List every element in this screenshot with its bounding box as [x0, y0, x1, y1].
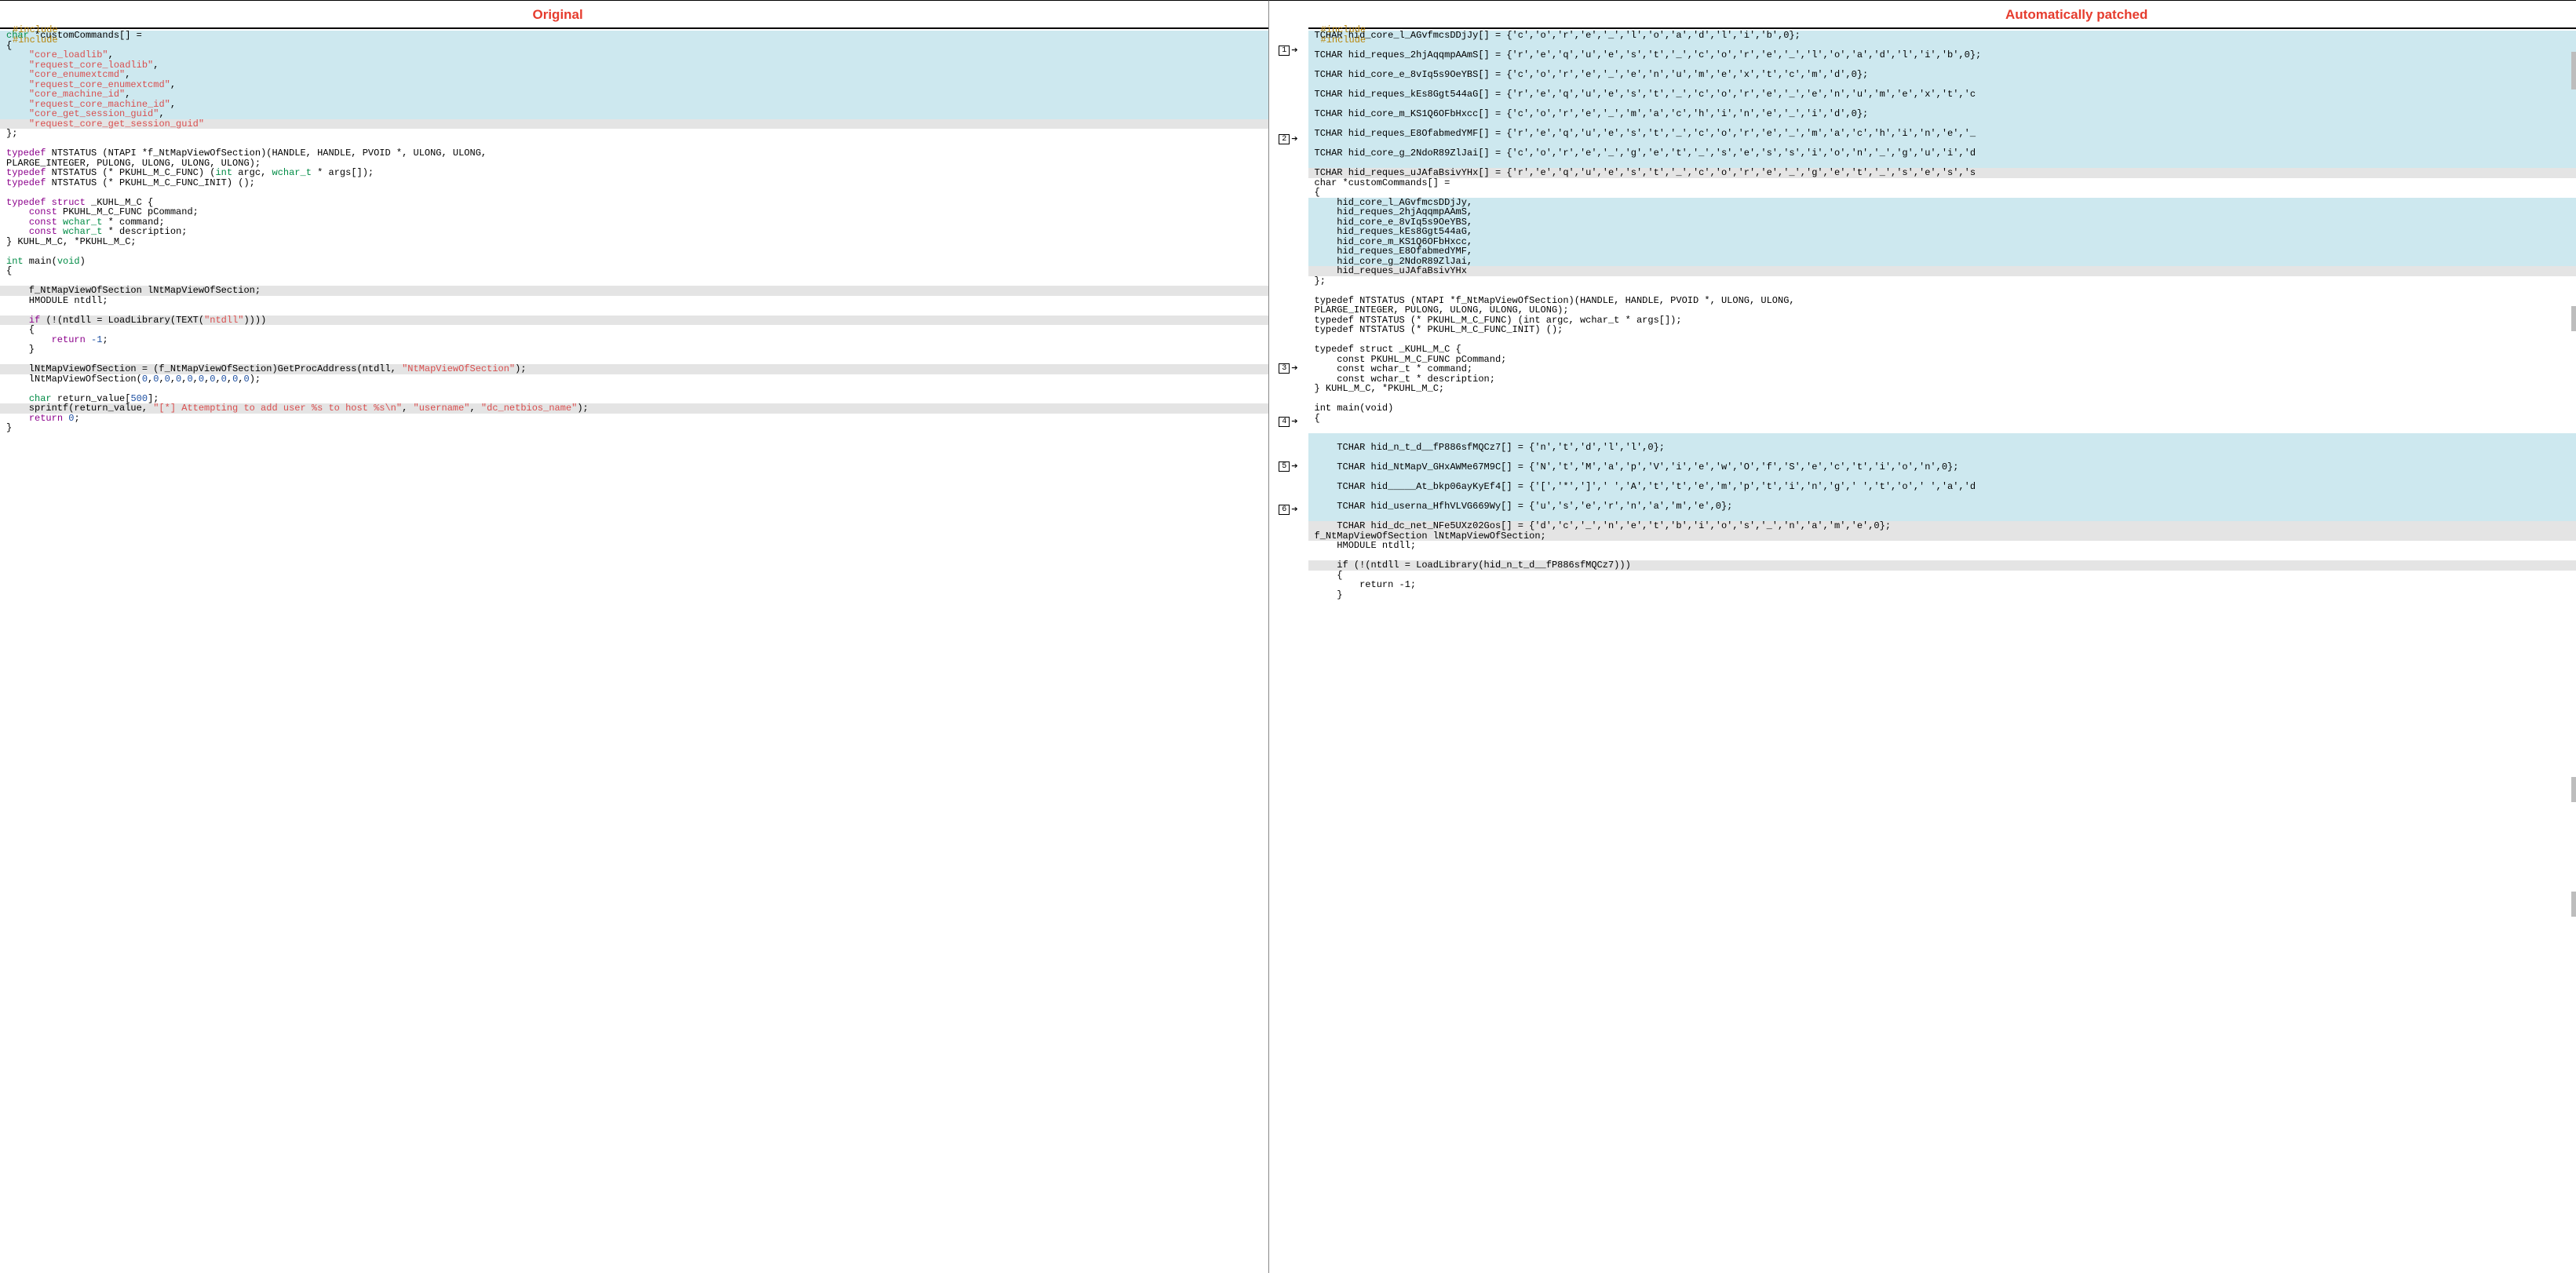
code-line[interactable]: f_NtMapViewOfSection lNtMapViewOfSection… — [1308, 531, 2576, 542]
code-line[interactable]: lNtMapViewOfSection(0,0,0,0,0,0,0,0,0,0)… — [0, 374, 1268, 385]
code-line[interactable]: HMODULE ntdll; — [0, 296, 1268, 306]
code-line[interactable]: const wchar_t * command; — [0, 217, 1268, 228]
code-line[interactable] — [1308, 423, 2576, 433]
arrow-right-icon: ➔ — [1291, 362, 1297, 375]
arrow-right-icon: ➔ — [1291, 133, 1297, 146]
code-line[interactable]: const wchar_t * description; — [0, 227, 1268, 237]
code-line[interactable]: int main(void) — [1308, 403, 2576, 414]
code-line[interactable]: hid_core_e_8vIq5s9OeYBS, — [1308, 217, 2576, 228]
code-line[interactable]: sprintf(return_value, "[*] Attempting to… — [0, 403, 1268, 414]
code-line[interactable]: } — [0, 345, 1268, 355]
code-line[interactable] — [1308, 394, 2576, 404]
code-line[interactable]: hid_core_m_KS1Q6OFbHxcc, — [1308, 237, 2576, 247]
code-line[interactable]: { — [0, 266, 1268, 276]
header-include-line: #include — [6, 35, 1262, 46]
connector-label: 5 — [1279, 461, 1290, 472]
code-line[interactable]: const PKUHL_M_C_FUNC pCommand; — [1308, 355, 2576, 365]
right-header: #include #include Automatically patched — [1308, 1, 2576, 29]
code-line[interactable]: } KUHL_M_C, *PKUHL_M_C; — [0, 237, 1268, 247]
header-include-line: #include — [6, 25, 1262, 35]
code-line[interactable]: hid_reques_E8OfabmedYMF, — [1308, 246, 2576, 257]
code-line[interactable]: f_NtMapViewOfSection lNtMapViewOfSection… — [0, 286, 1268, 296]
header-include-line: #include — [1315, 35, 2571, 46]
code-line[interactable]: TCHAR hid_reques_kEs8Ggt544aG[] = {'r','… — [1308, 89, 2576, 100]
connector-label: 2 — [1279, 134, 1290, 144]
diff-connector-5[interactable]: 5➔ — [1269, 460, 1308, 472]
code-line[interactable] — [0, 188, 1268, 198]
code-line[interactable] — [0, 246, 1268, 257]
code-line[interactable]: TCHAR hid_core_m_KS1Q6OFbHxcc[] = {'c','… — [1308, 109, 2576, 119]
left-header: #include #include Original — [0, 1, 1268, 29]
code-line[interactable]: TCHAR hid_n_t_d__fP886sfMQCz7[] = {'n','… — [1308, 443, 2576, 453]
code-line[interactable]: }; — [0, 129, 1268, 139]
code-line[interactable]: TCHAR hid_reques_E8OfabmedYMF[] = {'r','… — [1308, 129, 2576, 139]
code-line[interactable]: { — [1308, 188, 2576, 198]
code-line[interactable] — [0, 384, 1268, 394]
code-line[interactable]: } — [0, 423, 1268, 433]
code-line[interactable]: TCHAR hid_NtMapV_GHxAWMe67M9C[] = {'N','… — [1308, 462, 2576, 472]
code-line[interactable]: if (!(ntdll = LoadLibrary(hid_n_t_d__fP8… — [1308, 560, 2576, 571]
code-line[interactable]: "request_core_machine_id", — [0, 100, 1268, 110]
code-line[interactable]: { — [1308, 414, 2576, 424]
code-line[interactable]: hid_reques_uJAfaBsivYHx — [1308, 266, 2576, 276]
code-line[interactable]: hid_reques_kEs8Ggt544aG, — [1308, 227, 2576, 237]
header-include-line: #include — [1315, 25, 2571, 35]
code-line[interactable]: hid_core_g_2NdoR89ZlJai, — [1308, 257, 2576, 267]
code-line[interactable]: { — [1308, 571, 2576, 581]
arrow-right-icon: ➔ — [1291, 415, 1297, 429]
code-line[interactable]: "request_core_get_session_guid" — [0, 119, 1268, 129]
code-line[interactable]: int main(void) — [0, 257, 1268, 267]
arrow-right-icon: ➔ — [1291, 460, 1297, 473]
right-code-body[interactable]: TCHAR hid_core_l_AGvfmcsDDjJy[] = {'c','… — [1308, 31, 2576, 1273]
code-line[interactable]: return -1; — [0, 335, 1268, 345]
code-line[interactable]: if (!(ntdll = LoadLibrary(TEXT("ntdll"))… — [0, 316, 1268, 326]
code-line[interactable]: "request_core_enumextcmd", — [0, 80, 1268, 90]
diff-connector-6[interactable]: 6➔ — [1269, 503, 1308, 516]
code-line[interactable]: HMODULE ntdll; — [1308, 541, 2576, 551]
arrow-right-icon: ➔ — [1291, 44, 1297, 57]
code-line[interactable]: }; — [1308, 276, 2576, 286]
code-line[interactable]: hid_core_l_AGvfmcsDDjJy, — [1308, 198, 2576, 208]
connector-label: 1 — [1279, 46, 1290, 56]
diff-gutter: 1➔2➔3➔4➔5➔6➔ — [1269, 0, 1308, 1273]
connector-label: 4 — [1279, 417, 1290, 427]
left-code-body[interactable]: char *customCommands[] ={ "core_loadlib"… — [0, 31, 1268, 1273]
diff-connector-4[interactable]: 4➔ — [1269, 415, 1308, 428]
code-line[interactable]: return -1; — [1308, 580, 2576, 590]
code-line[interactable] — [1308, 335, 2576, 345]
code-line[interactable]: TCHAR hid_userna_HfhVLVG669Wy[] = {'u','… — [1308, 502, 2576, 512]
scrollbar[interactable] — [2571, 1, 2576, 1273]
left-title: Original — [533, 7, 583, 23]
code-line[interactable]: return 0; — [0, 414, 1268, 424]
code-line[interactable]: typedef NTSTATUS (* PKUHL_M_C_FUNC_INIT)… — [0, 178, 1268, 188]
diff-connector-2[interactable]: 2➔ — [1269, 133, 1308, 145]
code-line[interactable]: const wchar_t * command; — [1308, 364, 2576, 374]
arrow-right-icon: ➔ — [1291, 503, 1297, 516]
code-line[interactable]: typedef NTSTATUS (* PKUHL_M_C_FUNC_INIT)… — [1308, 325, 2576, 335]
code-line[interactable]: const wchar_t * description; — [1308, 374, 2576, 385]
code-line[interactable]: const PKUHL_M_C_FUNC pCommand; — [0, 207, 1268, 217]
code-line[interactable]: { — [0, 325, 1268, 335]
connector-label: 6 — [1279, 505, 1290, 515]
connector-label: 3 — [1279, 363, 1290, 374]
code-line[interactable]: hid_reques_2hjAqqmpAAmS, — [1308, 207, 2576, 217]
diff-connector-1[interactable]: 1➔ — [1269, 44, 1308, 57]
code-line[interactable]: TCHAR hid_core_g_2NdoR89ZlJai[] = {'c','… — [1308, 148, 2576, 159]
code-line[interactable]: } KUHL_M_C, *PKUHL_M_C; — [1308, 384, 2576, 394]
code-line[interactable]: "core_machine_id", — [0, 89, 1268, 100]
right-title: Automatically patched — [2005, 7, 2147, 23]
right-pane: #include #include Automatically patched … — [1308, 0, 2576, 1273]
code-line[interactable]: } — [1308, 590, 2576, 600]
code-line[interactable]: char *customCommands[] = — [1308, 178, 2576, 188]
diff-connector-3[interactable]: 3➔ — [1269, 362, 1308, 374]
left-pane: #include #include Original char *customC… — [0, 0, 1269, 1273]
code-line[interactable]: TCHAR hid_____At_bkp06ayKyEf4[] = {'[','… — [1308, 482, 2576, 492]
code-line[interactable]: TCHAR hid_reques_uJAfaBsivYHx[] = {'r','… — [1308, 168, 2576, 178]
